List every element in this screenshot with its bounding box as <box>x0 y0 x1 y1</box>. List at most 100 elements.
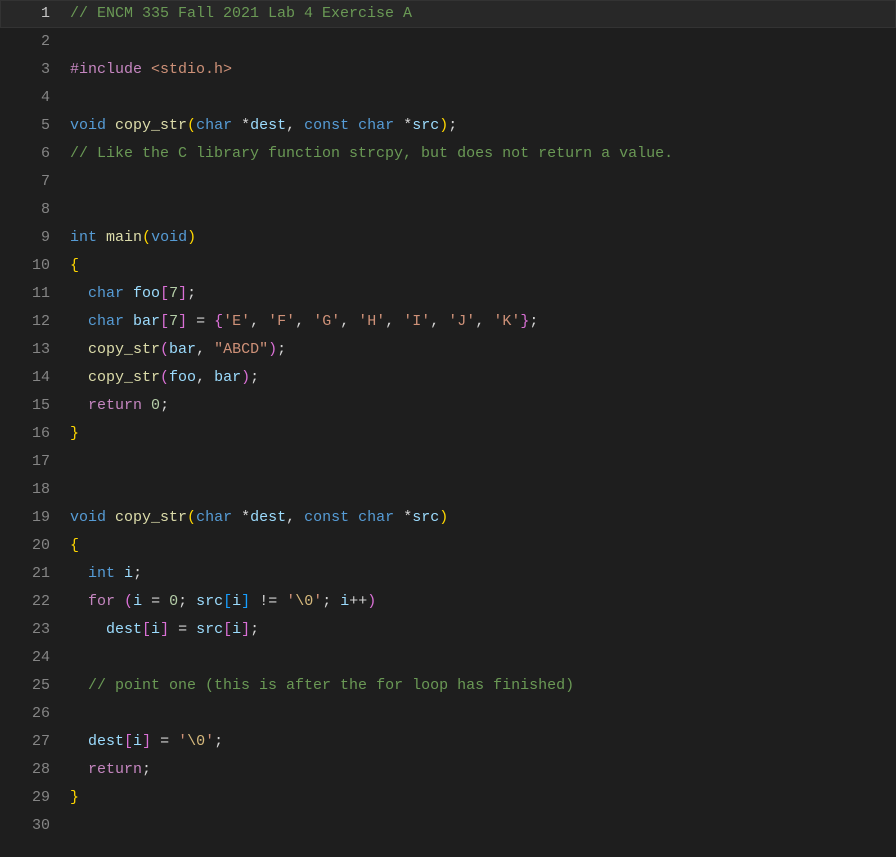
code-line[interactable]: 21 int i; <box>0 560 896 588</box>
token: ++ <box>349 593 367 610</box>
code-content[interactable]: // Like the C library function strcpy, b… <box>70 140 896 168</box>
code-line[interactable]: 25 // point one (this is after the for l… <box>0 672 896 700</box>
code-line[interactable]: 11 char foo[7]; <box>0 280 896 308</box>
token: 'H' <box>358 313 385 330</box>
token: , <box>475 313 493 330</box>
token: ' <box>205 733 214 750</box>
code-content[interactable]: for (i = 0; src[i] != '\0'; i++) <box>70 588 896 616</box>
line-number: 10 <box>0 252 70 280</box>
code-line[interactable]: 27 dest[i] = '\0'; <box>0 728 896 756</box>
code-line[interactable]: 18 <box>0 476 896 504</box>
code-line[interactable]: 7 <box>0 168 896 196</box>
code-content[interactable]: return; <box>70 756 896 784</box>
code-content[interactable]: { <box>70 252 896 280</box>
token: ] <box>241 621 250 638</box>
token <box>70 397 88 414</box>
code-line[interactable]: 16} <box>0 420 896 448</box>
code-line[interactable]: 20{ <box>0 532 896 560</box>
token: 0 <box>169 593 178 610</box>
token: int <box>70 229 97 246</box>
code-line[interactable]: 13 copy_str(bar, "ABCD"); <box>0 336 896 364</box>
code-content[interactable]: int i; <box>70 560 896 588</box>
line-number: 17 <box>0 448 70 476</box>
code-line[interactable]: 19void copy_str(char *dest, const char *… <box>0 504 896 532</box>
token: copy_str <box>88 369 160 386</box>
token: ; <box>133 565 142 582</box>
code-content[interactable]: void copy_str(char *dest, const char *sr… <box>70 504 896 532</box>
code-line[interactable]: 10{ <box>0 252 896 280</box>
line-number: 1 <box>0 0 70 28</box>
code-content[interactable]: char foo[7]; <box>70 280 896 308</box>
token <box>394 509 403 526</box>
token: * <box>403 509 412 526</box>
code-line[interactable]: 14 copy_str(foo, bar); <box>0 364 896 392</box>
line-number: 16 <box>0 420 70 448</box>
code-line[interactable]: 26 <box>0 700 896 728</box>
token <box>70 313 88 330</box>
token: main <box>106 229 142 246</box>
code-content[interactable]: dest[i] = '\0'; <box>70 728 896 756</box>
token: ; <box>142 761 151 778</box>
code-editor[interactable]: 1// ENCM 335 Fall 2021 Lab 4 Exercise A2… <box>0 0 896 857</box>
token: ( <box>124 593 133 610</box>
code-content[interactable]: int main(void) <box>70 224 896 252</box>
code-line[interactable]: 17 <box>0 448 896 476</box>
code-line[interactable]: 8 <box>0 196 896 224</box>
line-number: 8 <box>0 196 70 224</box>
token: src <box>412 117 439 134</box>
token: char <box>196 509 232 526</box>
line-number: 25 <box>0 672 70 700</box>
code-line[interactable]: 15 return 0; <box>0 392 896 420</box>
token: dest <box>250 117 286 134</box>
code-line[interactable]: 6// Like the C library function strcpy, … <box>0 140 896 168</box>
line-number: 27 <box>0 728 70 756</box>
token: ( <box>160 341 169 358</box>
code-line[interactable]: 30 <box>0 812 896 840</box>
code-line[interactable]: 2 <box>0 28 896 56</box>
line-number: 13 <box>0 336 70 364</box>
code-content[interactable]: dest[i] = src[i]; <box>70 616 896 644</box>
token: #include <box>70 61 142 78</box>
token: , <box>295 313 313 330</box>
code-content[interactable]: #include <stdio.h> <box>70 56 896 84</box>
code-line[interactable]: 12 char bar[7] = {'E', 'F', 'G', 'H', 'I… <box>0 308 896 336</box>
token: char <box>88 313 124 330</box>
token: int <box>88 565 115 582</box>
token: // ENCM 335 Fall 2021 Lab 4 Exercise A <box>70 5 412 22</box>
token: foo <box>169 369 196 386</box>
code-line[interactable]: 5void copy_str(char *dest, const char *s… <box>0 112 896 140</box>
code-line[interactable]: 22 for (i = 0; src[i] != '\0'; i++) <box>0 588 896 616</box>
code-line[interactable]: 24 <box>0 644 896 672</box>
token: ) <box>367 593 376 610</box>
code-content[interactable]: char bar[7] = {'E', 'F', 'G', 'H', 'I', … <box>70 308 896 336</box>
code-content[interactable]: copy_str(bar, "ABCD"); <box>70 336 896 364</box>
code-content[interactable]: copy_str(foo, bar); <box>70 364 896 392</box>
line-number: 24 <box>0 644 70 672</box>
code-content[interactable]: // point one (this is after the for loop… <box>70 672 896 700</box>
code-content[interactable]: void copy_str(char *dest, const char *sr… <box>70 112 896 140</box>
code-content[interactable]: // ENCM 335 Fall 2021 Lab 4 Exercise A <box>70 0 896 28</box>
code-content[interactable]: return 0; <box>70 392 896 420</box>
code-line[interactable]: 1// ENCM 335 Fall 2021 Lab 4 Exercise A <box>0 0 896 28</box>
token: dest <box>250 509 286 526</box>
token: , <box>430 313 448 330</box>
token: i <box>133 733 142 750</box>
code-line[interactable]: 29} <box>0 784 896 812</box>
token: [ <box>223 593 232 610</box>
token: ; <box>187 285 196 302</box>
code-line[interactable]: 28 return; <box>0 756 896 784</box>
code-content[interactable]: } <box>70 420 896 448</box>
code-line[interactable]: 3#include <stdio.h> <box>0 56 896 84</box>
token <box>349 117 358 134</box>
token <box>70 285 88 302</box>
token: , <box>250 313 268 330</box>
code-content[interactable]: { <box>70 532 896 560</box>
token: , <box>385 313 403 330</box>
token: [ <box>142 621 151 638</box>
code-line[interactable]: 9int main(void) <box>0 224 896 252</box>
token <box>232 117 241 134</box>
code-line[interactable]: 23 dest[i] = src[i]; <box>0 616 896 644</box>
code-content[interactable]: } <box>70 784 896 812</box>
code-line[interactable]: 4 <box>0 84 896 112</box>
token: [ <box>160 285 169 302</box>
